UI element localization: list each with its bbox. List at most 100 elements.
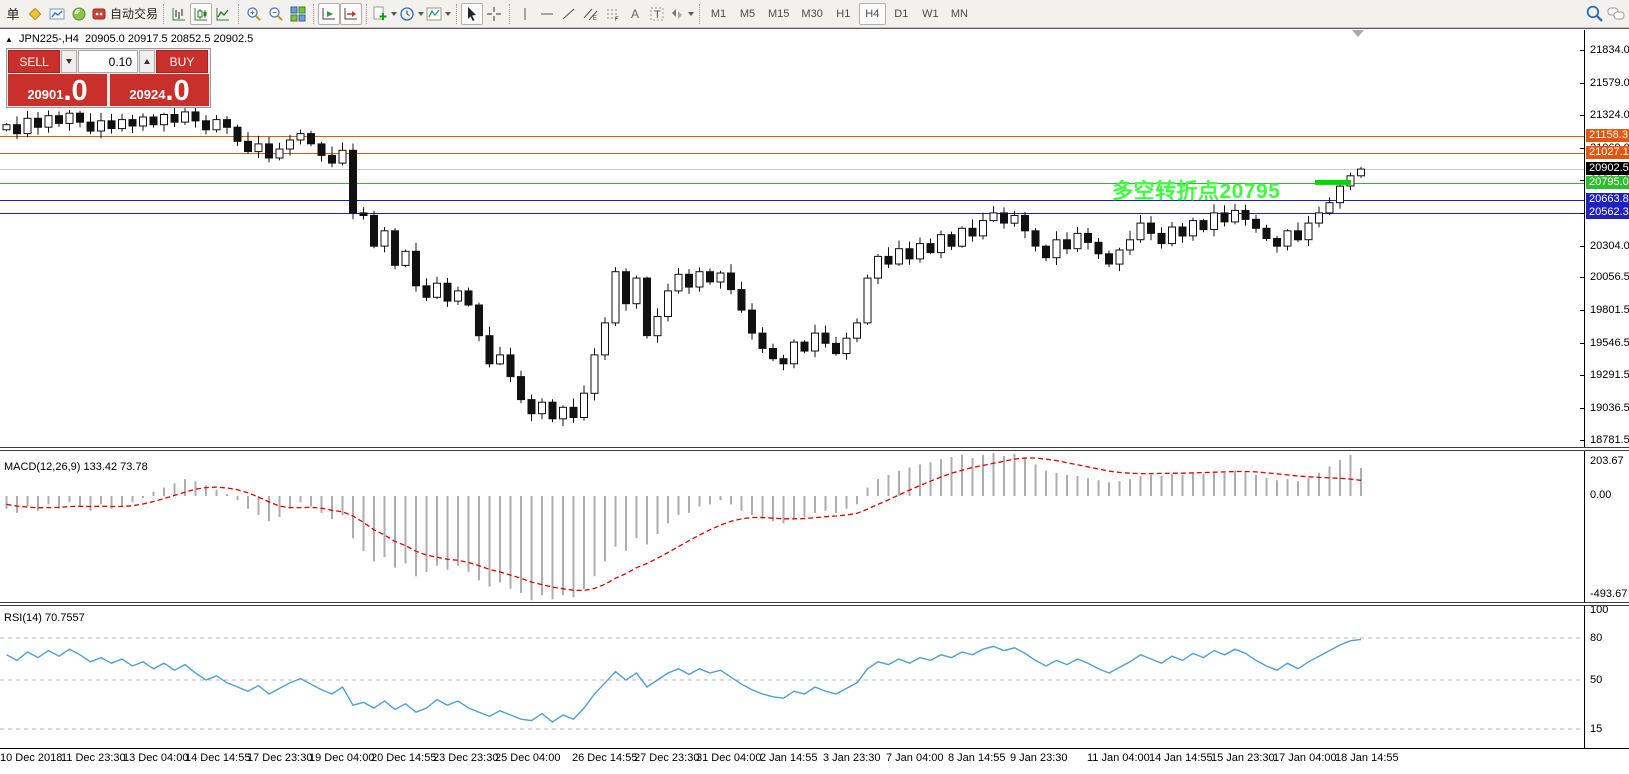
time-axis-label: 2 Jan 14:55 — [760, 752, 818, 764]
buy-price[interactable]: 20924 .0 — [110, 74, 209, 106]
pane-separator[interactable] — [0, 447, 1629, 451]
auto-trading-label: 自动交易 — [110, 5, 158, 22]
macd-indicator — [0, 451, 1584, 601]
buy-button[interactable]: BUY — [156, 50, 208, 73]
panel-collapse-icon[interactable]: ▲ — [5, 35, 13, 44]
ohlc-open: 20905.0 — [85, 33, 125, 45]
triangle-down-icon — [66, 59, 72, 64]
periods-button[interactable] — [398, 3, 425, 25]
timeframe-d1[interactable]: D1 — [888, 3, 915, 25]
zoom-in-button[interactable] — [243, 3, 265, 25]
templates-button[interactable] — [425, 3, 452, 25]
auto-scroll-button[interactable] — [318, 3, 340, 25]
rsi-axis-label: 80 — [1590, 632, 1602, 644]
trendline-tool-button[interactable] — [558, 3, 580, 25]
timeframe-mn[interactable]: MN — [946, 3, 973, 25]
svg-text:E: E — [593, 16, 597, 22]
price-line-label: 21158.3 — [1586, 129, 1629, 142]
chart-window-icon[interactable] — [46, 3, 68, 25]
timeframe-m30[interactable]: M30 — [796, 3, 827, 25]
indicators-button[interactable] — [371, 3, 398, 25]
price-tick-label: 19291.5 — [1590, 369, 1629, 381]
timeframe-m1[interactable]: M1 — [705, 3, 732, 25]
channel-tool-button[interactable]: E — [580, 3, 602, 25]
chart-shift-marker-icon[interactable] — [1352, 30, 1364, 37]
time-axis-label: 11 Jan 04:00 — [1087, 752, 1150, 764]
svg-text:F: F — [615, 17, 619, 22]
chat-icon[interactable] — [1605, 3, 1627, 25]
time-axis-label: 23 Dec 23:30 — [433, 752, 498, 764]
time-axis-label: 17 Jan 04:00 — [1273, 752, 1337, 764]
zoom-out-button[interactable] — [265, 3, 287, 25]
price-line-label: 20562.3 — [1586, 206, 1629, 219]
timeframe-h4[interactable]: H4 — [859, 3, 886, 25]
macd-values: 133.42 73.78 — [83, 461, 147, 473]
time-axis-line — [0, 748, 1629, 749]
timeframe-m15[interactable]: M15 — [763, 3, 794, 25]
toolbar-separator — [238, 4, 239, 24]
time-axis-label: 25 Dec 04:00 — [495, 752, 560, 764]
chart-shift-button[interactable] — [340, 3, 362, 25]
sell-button[interactable]: SELL — [8, 50, 60, 73]
vertical-line-tool-button[interactable] — [514, 3, 536, 25]
text-label-tool-button[interactable]: T — [646, 3, 668, 25]
signals-icon[interactable] — [68, 3, 90, 25]
search-icon[interactable] — [1583, 3, 1605, 25]
chart-symbol-period: JPN225-,H4 — [19, 33, 79, 45]
triangle-up-icon — [144, 59, 150, 64]
fibonacci-tool-button[interactable]: F — [602, 3, 624, 25]
timeframe-h1[interactable]: H1 — [830, 3, 857, 25]
macd-pane-title: MACD(12,26,9) 133.42 73.78 — [4, 461, 148, 473]
toolbar-separator — [313, 4, 314, 24]
cursor-tool-button[interactable] — [461, 3, 483, 25]
time-axis-label: 26 Dec 14:55 — [572, 752, 637, 764]
macd-axis-zero: 0.00 — [1590, 489, 1611, 501]
indicators-dropdown-caret — [391, 12, 397, 16]
timeframe-w1[interactable]: W1 — [917, 3, 944, 25]
macd-title: MACD(12,26,9) — [4, 461, 80, 473]
time-axis-label: 14 Jan 14:55 — [1149, 752, 1213, 764]
rsi-indicator — [0, 606, 1584, 748]
one-click-trading-panel: SELL 0.10 BUY 20901 .0 20924 .0 — [6, 48, 211, 108]
time-axis-label: 8 Jan 14:55 — [948, 752, 1006, 764]
arrows-tool-button[interactable] — [668, 3, 695, 25]
price-tick-label: 21579.0 — [1590, 77, 1629, 89]
toolbar-separator — [456, 4, 457, 24]
auto-trading-button[interactable]: 自动交易 — [90, 3, 159, 25]
price-tick-label: 19546.5 — [1590, 337, 1629, 349]
volume-decrease-button[interactable] — [61, 50, 77, 73]
time-axis-label: 17 Dec 23:30 — [247, 752, 312, 764]
new-order-button[interactable]: 单 — [2, 3, 24, 25]
periods-dropdown-caret — [418, 12, 424, 16]
price-tick-label: 20056.5 — [1590, 271, 1629, 283]
ohlc-high: 20917.5 — [128, 33, 168, 45]
time-axis-label: 3 Jan 23:30 — [823, 752, 881, 764]
tile-windows-button[interactable] — [287, 3, 309, 25]
pivot-annotation-text[interactable]: 多空转折点20795 — [1112, 175, 1280, 205]
candlestick-mode-button[interactable] — [190, 3, 212, 25]
sell-price[interactable]: 20901 .0 — [8, 74, 107, 106]
arrows-dropdown-caret — [688, 12, 694, 16]
line-chart-mode-button[interactable] — [212, 3, 234, 25]
price-tick-label: 18781.5 — [1590, 434, 1629, 446]
new-order-label: 单 — [4, 4, 21, 23]
price-line-label: 20663.8 — [1586, 193, 1629, 206]
market-watch-icon[interactable] — [24, 3, 46, 25]
time-axis-label: 7 Jan 04:00 — [886, 752, 944, 764]
ohlc-low: 20852.5 — [171, 33, 211, 45]
pane-separator[interactable] — [0, 602, 1629, 606]
volume-input[interactable]: 0.10 — [78, 50, 138, 73]
time-axis-label: 18 Jan 14:55 — [1335, 752, 1399, 764]
horizontal-line-tool-button[interactable] — [536, 3, 558, 25]
time-axis-label: 31 Dec 04:00 — [696, 752, 761, 764]
bar-chart-mode-button[interactable] — [168, 3, 190, 25]
timeframe-m5[interactable]: M5 — [734, 3, 761, 25]
volume-increase-button[interactable] — [139, 50, 155, 73]
sell-price-main: 20901 — [27, 87, 63, 106]
trend-segment[interactable] — [1315, 180, 1351, 185]
text-tool-button[interactable]: A — [624, 3, 646, 25]
timeframe-toolbar: M1M5M15M30H1H4D1W1MN — [704, 3, 974, 25]
crosshair-tool-button[interactable] — [483, 3, 505, 25]
time-axis-label: 9 Jan 23:30 — [1010, 752, 1068, 764]
rsi-pane-title: RSI(14) 70.7557 — [4, 612, 85, 624]
